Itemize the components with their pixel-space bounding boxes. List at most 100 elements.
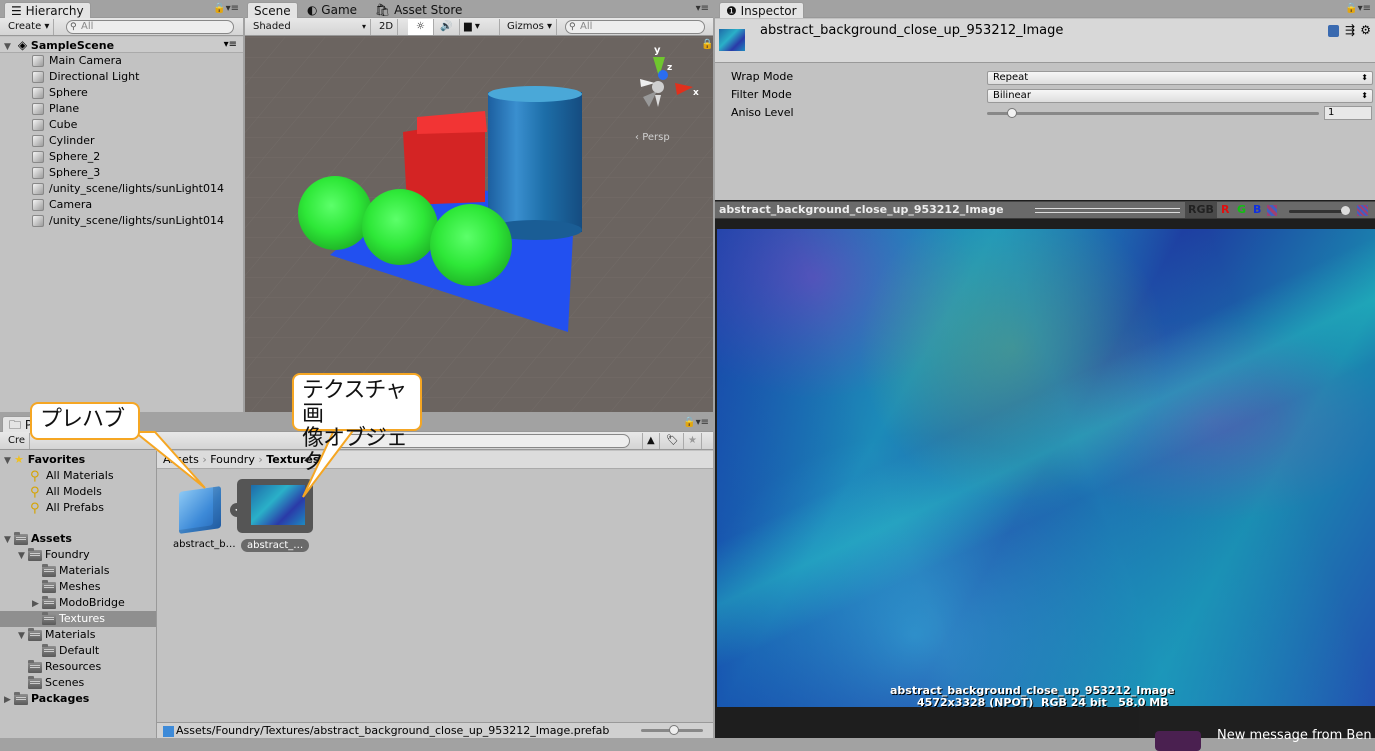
favorite-item[interactable]: ⚲ All Prefabs	[0, 500, 156, 516]
aniso-level-slider-handle[interactable]	[1006, 108, 1017, 118]
scene-menu-icon[interactable]: ▾≡	[224, 37, 237, 53]
icon-size-slider[interactable]	[641, 725, 703, 735]
texture-callout: テクスチャ画 像オブジェク	[292, 373, 422, 475]
gameobject-icon	[32, 55, 44, 67]
panel-menu-icon[interactable]: 🔒▾≡	[1345, 3, 1371, 14]
channel-b-button[interactable]: B	[1253, 203, 1261, 216]
mip-slider-handle[interactable]	[1341, 206, 1350, 215]
breadcrumb-assets[interactable]: Assets	[163, 453, 199, 466]
panel-menu-icon[interactable]: ▾≡	[696, 3, 709, 14]
hierarchy-search-input[interactable]: All	[66, 20, 234, 34]
panel-menu-icon[interactable]: 🔒▾≡	[683, 417, 709, 428]
folder-tree-item[interactable]: ▼ Materials	[0, 627, 156, 643]
hierarchy-item[interactable]: /unity_scene/lights/sunLight014	[0, 181, 243, 197]
audio-toggle[interactable]: 🔊	[434, 19, 460, 35]
filter-mode-dropdown[interactable]: Bilinear ⬍	[987, 89, 1373, 103]
expand-arrow-icon[interactable]: ▼	[18, 628, 28, 644]
help-icon[interactable]	[1328, 25, 1339, 37]
sphere-object-3[interactable]	[430, 204, 512, 286]
folder-tree-item[interactable]: Scenes	[0, 675, 156, 691]
notification-toast[interactable]: New message from Ben	[1139, 706, 1375, 751]
expand-arrow-icon[interactable]: ▼	[4, 532, 14, 548]
texture-thumbnail-image	[251, 485, 305, 525]
hierarchy-item[interactable]: Cylinder	[0, 133, 243, 149]
hierarchy-item[interactable]: Main Camera	[0, 53, 243, 69]
scene-tabbar: Scene ◐ Game 🛍 Asset Store ▾≡	[245, 0, 713, 18]
folder-tree-item[interactable]: ▼ Foundry	[0, 547, 156, 563]
folder-icon	[14, 691, 28, 705]
mip-slider[interactable]	[1289, 206, 1350, 215]
sphere-object-1[interactable]	[298, 176, 372, 250]
folder-tree-item[interactable]: Default	[0, 643, 156, 659]
scene-viewport[interactable]: y z x ‹ Persp 🔒	[245, 37, 713, 412]
scene-panel: Scene ◐ Game 🛍 Asset Store ▾≡ Shaded ▾ 2D…	[245, 0, 713, 412]
preview-header: abstract_background_close_up_953212_Imag…	[715, 201, 1375, 219]
texture-preview-image[interactable]	[717, 229, 1375, 707]
gear-icon[interactable]: ⚙	[1360, 23, 1371, 37]
folder-tree-item[interactable]: Materials	[0, 563, 156, 579]
assets-header[interactable]: ▼ Assets	[0, 531, 156, 547]
preset-icon[interactable]: ⇶	[1345, 23, 1355, 37]
favorite-star-icon[interactable]: ★	[684, 433, 702, 449]
hierarchy-item[interactable]: Sphere_2	[0, 149, 243, 165]
hierarchy-item[interactable]: Directional Light	[0, 69, 243, 85]
2d-toggle[interactable]: 2D	[375, 19, 399, 35]
panel-menu-icon[interactable]: 🔒▾≡	[213, 3, 239, 14]
lighting-toggle[interactable]: ☼	[408, 19, 434, 35]
scene-root[interactable]: ▼ ◈ SampleScene ▾≡	[0, 37, 243, 53]
file-item-texture[interactable]: abstract_…	[237, 479, 315, 559]
prefab-small-icon	[163, 725, 174, 737]
texture-thumbnail	[237, 479, 313, 533]
expand-arrow-icon[interactable]: ▼	[18, 548, 28, 564]
folder-tree-item[interactable]: Textures	[0, 611, 156, 627]
packages-header[interactable]: ▶ Packages	[0, 691, 156, 707]
alpha-toggle-icon[interactable]	[1267, 205, 1277, 216]
projection-label[interactable]: ‹ Persp	[635, 132, 670, 143]
channel-r-button[interactable]: R	[1221, 203, 1229, 216]
channel-g-button[interactable]: G	[1237, 203, 1246, 216]
hierarchy-item[interactable]: /unity_scene/lights/sunLight014	[0, 213, 243, 229]
channel-rgb-button[interactable]: RGB	[1185, 202, 1217, 218]
hierarchy-item[interactable]: Sphere_3	[0, 165, 243, 181]
favorite-item[interactable]: ⚲ All Materials	[0, 468, 156, 484]
expand-arrow-icon[interactable]: ▼	[4, 453, 14, 469]
breadcrumb-foundry[interactable]: Foundry	[210, 453, 255, 466]
gizmos-dropdown[interactable]: Gizmos ▾	[503, 19, 558, 35]
effects-dropdown[interactable]: ▆ ▾	[460, 19, 500, 35]
tab-scene[interactable]: Scene	[247, 2, 298, 18]
lock-icon[interactable]: 🔒	[701, 38, 713, 50]
preview-title: abstract_background_close_up_953212_Imag…	[719, 203, 1004, 216]
hierarchy-item[interactable]: Sphere	[0, 85, 243, 101]
folder-tree-item[interactable]: Meshes	[0, 579, 156, 595]
shading-mode-dropdown[interactable]: Shaded ▾	[249, 19, 371, 35]
tab-game[interactable]: ◐ Game	[301, 2, 363, 18]
mip-max-icon	[1357, 205, 1368, 216]
hierarchy-item[interactable]: Cube	[0, 117, 243, 133]
favorites-header[interactable]: ▼ ★ Favorites	[0, 452, 156, 468]
tab-hierarchy[interactable]: ☰ Hierarchy	[4, 2, 91, 18]
filter-label-icon[interactable]: 🏷	[662, 433, 684, 449]
tab-inspector[interactable]: ❶ Inspector	[719, 2, 804, 18]
cylinder-object[interactable]	[488, 92, 582, 232]
filter-type-icon[interactable]: ▲	[642, 433, 660, 449]
favorite-item[interactable]: ⚲ All Models	[0, 484, 156, 500]
folder-tree-item[interactable]: ▶ ModoBridge	[0, 595, 156, 611]
collapsed-arrow-icon[interactable]: ▶	[32, 596, 42, 612]
tab-asset-store[interactable]: 🛍 Asset Store	[369, 2, 468, 18]
file-item-prefab[interactable]: abstract_b…	[167, 477, 243, 557]
icon-size-slider-handle[interactable]	[669, 725, 679, 735]
gameobject-icon	[32, 103, 44, 115]
aniso-level-field[interactable]: 1	[1324, 106, 1372, 120]
collapsed-arrow-icon[interactable]: ▶	[4, 692, 14, 708]
store-icon: 🛍	[375, 3, 395, 17]
sphere-object-2[interactable]	[362, 189, 438, 265]
folder-tree-item[interactable]: Resources	[0, 659, 156, 675]
preview-drag-handle[interactable]	[1035, 208, 1180, 213]
hierarchy-item[interactable]: Plane	[0, 101, 243, 117]
aniso-level-slider[interactable]	[987, 108, 1319, 118]
create-button[interactable]: Cre	[4, 433, 31, 449]
wrap-mode-dropdown[interactable]: Repeat ⬍	[987, 71, 1373, 85]
create-button[interactable]: Create ▾	[4, 19, 55, 35]
scene-search-input[interactable]: All	[565, 20, 705, 34]
hierarchy-item[interactable]: Camera	[0, 197, 243, 213]
